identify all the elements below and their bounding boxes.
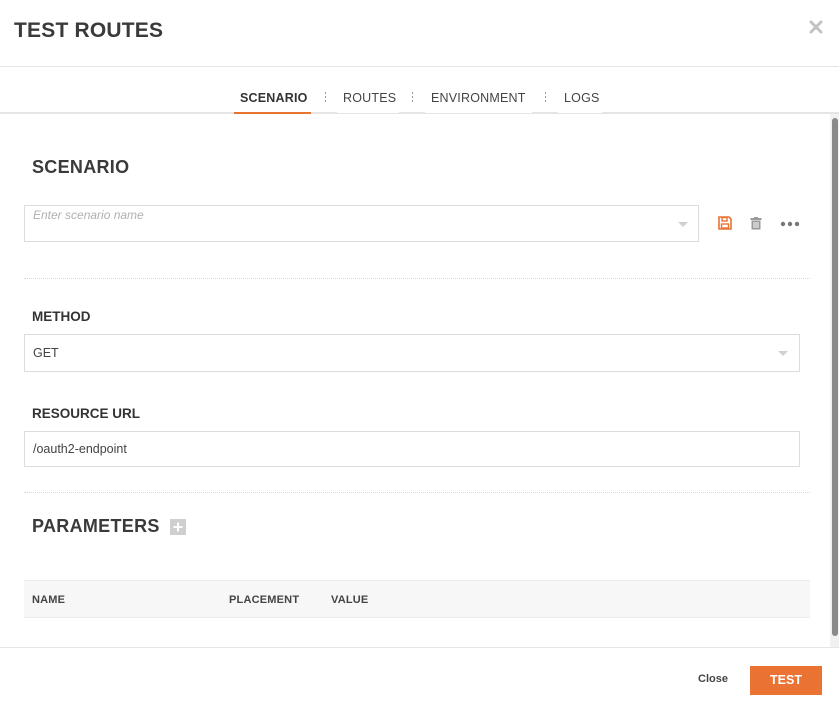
modal-body: SCENARIO Enter scenario name METHOD GET … — [0, 114, 839, 647]
modal-footer: Close TEST — [0, 647, 839, 705]
close-icon[interactable] — [809, 20, 823, 34]
more-icon[interactable] — [780, 221, 800, 227]
tab-baseline — [311, 112, 337, 113]
scenario-name-select[interactable]: Enter scenario name — [24, 205, 699, 242]
section-divider — [24, 278, 810, 279]
chevron-down-icon — [778, 351, 788, 356]
tab-baseline — [532, 112, 558, 113]
parameters-heading: PARAMETERS — [32, 516, 160, 536]
parameters-table-header: NAME PLACEMENT VALUE — [24, 580, 810, 618]
scenario-heading: SCENARIO — [32, 157, 130, 177]
scrollbar-track[interactable] — [830, 114, 839, 647]
scenario-name-placeholder: Enter scenario name — [33, 208, 144, 222]
test-button[interactable]: TEST — [750, 666, 822, 695]
tab-separator — [325, 92, 327, 102]
tab-scenario[interactable]: SCENARIO — [234, 91, 311, 114]
add-parameter-icon[interactable] — [170, 519, 186, 535]
resource-url-input[interactable]: /oauth2-endpoint — [24, 431, 800, 467]
method-value: GET — [33, 346, 59, 360]
modal-title: TEST ROUTES — [14, 19, 164, 42]
column-header-name: NAME — [32, 594, 66, 606]
tab-separator — [412, 92, 414, 102]
modal-header: TEST ROUTES — [0, 0, 839, 67]
column-header-placement: PLACEMENT — [229, 594, 300, 606]
tab-separator — [545, 92, 547, 102]
method-select[interactable]: GET — [24, 334, 800, 372]
method-label: METHOD — [32, 309, 91, 324]
scrollbar-thumb[interactable] — [832, 118, 838, 636]
tab-bar: SCENARIO ROUTES ENVIRONMENT LOGS — [0, 67, 839, 114]
tab-logs[interactable]: LOGS — [564, 91, 600, 114]
save-icon[interactable] — [718, 216, 732, 230]
resource-url-label: RESOURCE URL — [32, 406, 141, 421]
chevron-down-icon — [678, 222, 688, 227]
resource-url-value: /oauth2-endpoint — [33, 442, 127, 456]
close-button[interactable]: Close — [698, 673, 728, 685]
tab-baseline — [399, 112, 425, 113]
trash-icon[interactable] — [750, 217, 762, 230]
column-header-value: VALUE — [331, 594, 369, 606]
tab-baseline — [0, 112, 234, 113]
tab-baseline — [602, 112, 839, 113]
tab-environment[interactable]: ENVIRONMENT — [431, 91, 526, 114]
section-divider — [24, 492, 810, 493]
tab-routes[interactable]: ROUTES — [343, 91, 396, 114]
